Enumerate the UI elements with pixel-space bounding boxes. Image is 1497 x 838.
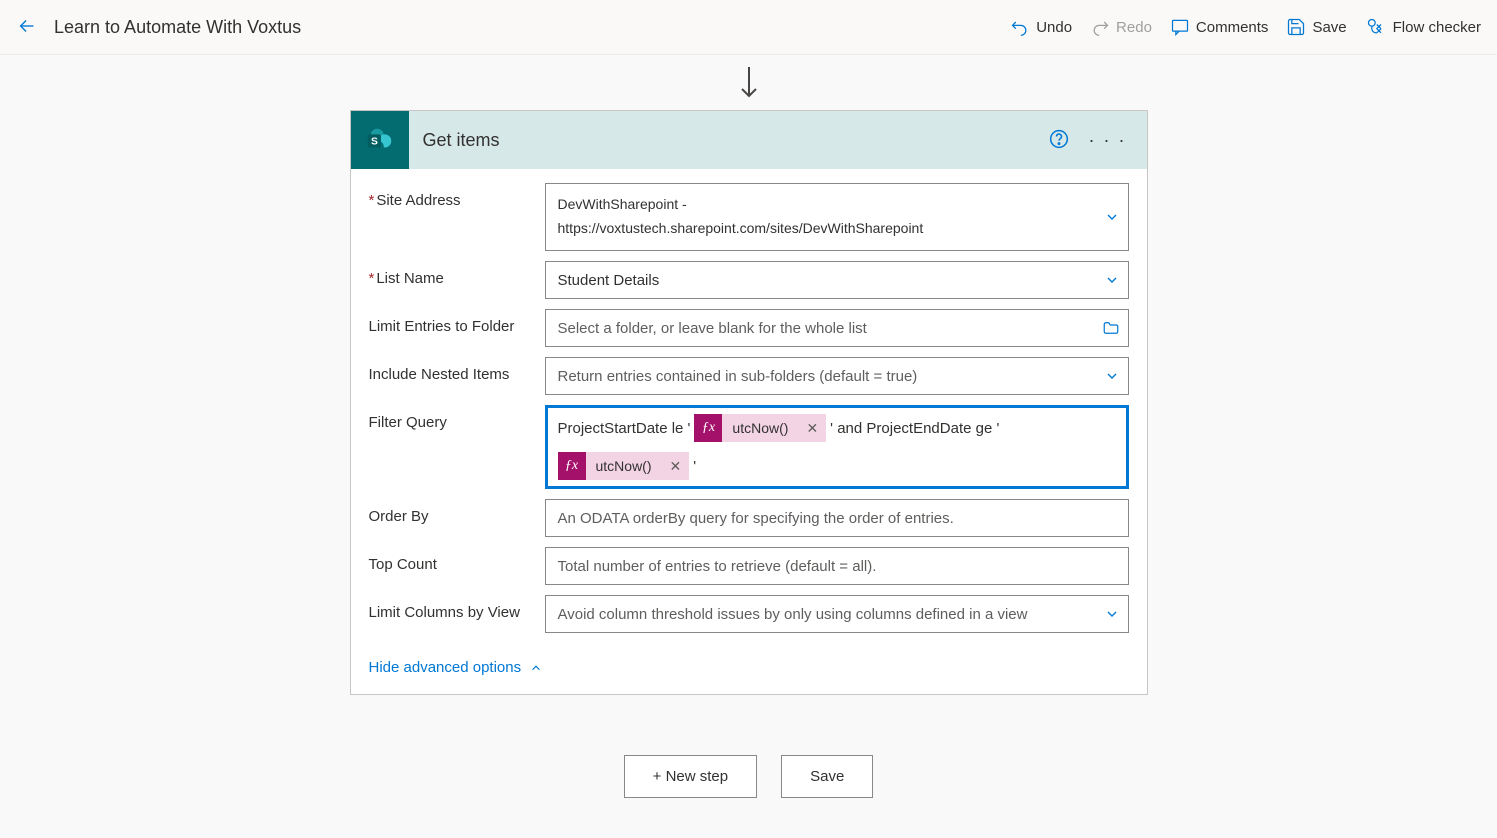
hide-advanced-label: Hide advanced options bbox=[369, 659, 522, 676]
site-address-line2: https://voxtustech.sharepoint.com/sites/… bbox=[558, 217, 1092, 241]
flow-checker-button[interactable]: Flow checker bbox=[1365, 17, 1481, 37]
chevron-up-icon bbox=[529, 661, 543, 675]
input-top-count[interactable]: Total number of entries to retrieve (def… bbox=[545, 547, 1129, 585]
input-list-name[interactable]: Student Details bbox=[545, 261, 1129, 299]
arrow-down-icon bbox=[737, 65, 761, 104]
flow-title: Learn to Automate With Voxtus bbox=[54, 17, 301, 38]
redo-label: Redo bbox=[1116, 19, 1152, 36]
row-limit-folder: Limit Entries to Folder Select a folder,… bbox=[369, 309, 1129, 347]
input-limit-folder[interactable]: Select a folder, or leave blank for the … bbox=[545, 309, 1129, 347]
token-remove-icon[interactable]: ✕ bbox=[798, 420, 826, 437]
input-limit-columns[interactable]: Avoid column threshold issues by only us… bbox=[545, 595, 1129, 633]
limit-folder-placeholder: Select a folder, or leave blank for the … bbox=[546, 312, 1128, 345]
row-filter-query: Filter Query ProjectStartDate le ' ƒx ut… bbox=[369, 405, 1129, 489]
fx-icon: ƒx bbox=[694, 414, 722, 442]
back-arrow-icon[interactable] bbox=[16, 15, 38, 40]
label-list-name: *List Name bbox=[369, 261, 545, 287]
token1-label: utcNow() bbox=[722, 420, 798, 436]
input-filter-query[interactable]: ProjectStartDate le ' ƒx utcNow() ✕ ' an… bbox=[545, 405, 1129, 489]
input-site-address[interactable]: DevWithSharepoint - https://voxtustech.s… bbox=[545, 183, 1129, 251]
flow-checker-icon bbox=[1365, 17, 1387, 37]
top-count-placeholder: Total number of entries to retrieve (def… bbox=[546, 550, 1128, 583]
fq-text-before: ProjectStartDate le ' bbox=[558, 420, 691, 437]
comment-icon bbox=[1170, 17, 1190, 37]
chevron-down-icon[interactable] bbox=[1104, 272, 1120, 288]
row-include-nested: Include Nested Items Return entries cont… bbox=[369, 357, 1129, 395]
row-top-count: Top Count Total number of entries to ret… bbox=[369, 547, 1129, 585]
label-include-nested: Include Nested Items bbox=[369, 357, 545, 383]
save-icon bbox=[1286, 17, 1306, 37]
undo-label: Undo bbox=[1036, 19, 1072, 36]
row-list-name: *List Name Student Details bbox=[369, 261, 1129, 299]
action-card-get-items: S Get items · · · *Site Address DevWithS… bbox=[350, 110, 1148, 695]
help-icon[interactable] bbox=[1049, 129, 1069, 152]
save-button[interactable]: Save bbox=[1286, 17, 1346, 37]
label-site-address: *Site Address bbox=[369, 183, 545, 209]
label-limit-folder: Limit Entries to Folder bbox=[369, 309, 545, 335]
site-address-line1: DevWithSharepoint - bbox=[558, 193, 1092, 217]
include-nested-placeholder: Return entries contained in sub-folders … bbox=[546, 360, 1128, 393]
hide-advanced-link[interactable]: Hide advanced options bbox=[351, 651, 562, 694]
action-title: Get items bbox=[409, 130, 1049, 151]
token-remove-icon[interactable]: ✕ bbox=[662, 458, 690, 475]
fx-icon: ƒx bbox=[558, 452, 586, 480]
topbar: Learn to Automate With Voxtus Undo Redo … bbox=[0, 0, 1497, 55]
list-name-value: Student Details bbox=[546, 264, 1128, 297]
order-by-placeholder: An ODATA orderBy query for specifying th… bbox=[546, 502, 1128, 535]
redo-button: Redo bbox=[1090, 17, 1152, 37]
comments-button[interactable]: Comments bbox=[1170, 17, 1269, 37]
footer-save-button[interactable]: Save bbox=[781, 755, 873, 798]
row-site-address: *Site Address DevWithSharepoint - https:… bbox=[369, 183, 1129, 251]
input-order-by[interactable]: An ODATA orderBy query for specifying th… bbox=[545, 499, 1129, 537]
expression-token-utcnow-2[interactable]: ƒx utcNow() ✕ bbox=[558, 452, 690, 480]
footer-buttons: + New step Save bbox=[624, 755, 874, 798]
chevron-down-icon[interactable] bbox=[1104, 368, 1120, 384]
flow-checker-label: Flow checker bbox=[1393, 19, 1481, 36]
row-limit-columns: Limit Columns by View Avoid column thres… bbox=[369, 595, 1129, 633]
more-menu-icon[interactable]: · · · bbox=[1089, 130, 1127, 151]
expression-token-utcnow-1[interactable]: ƒx utcNow() ✕ bbox=[694, 414, 826, 442]
action-header[interactable]: S Get items · · · bbox=[351, 111, 1147, 169]
comments-label: Comments bbox=[1196, 19, 1269, 36]
row-order-by: Order By An ODATA orderBy query for spec… bbox=[369, 499, 1129, 537]
redo-icon bbox=[1090, 17, 1110, 37]
fq-text-after: ' bbox=[693, 458, 696, 475]
token2-label: utcNow() bbox=[586, 458, 662, 474]
label-order-by: Order By bbox=[369, 499, 545, 525]
limit-columns-placeholder: Avoid column threshold issues by only us… bbox=[546, 598, 1128, 631]
fq-text-mid: ' and ProjectEndDate ge ' bbox=[830, 420, 999, 437]
label-top-count: Top Count bbox=[369, 547, 545, 573]
save-label: Save bbox=[1312, 19, 1346, 36]
sharepoint-icon: S bbox=[351, 111, 409, 169]
undo-icon bbox=[1010, 17, 1030, 37]
new-step-button[interactable]: + New step bbox=[624, 755, 757, 798]
input-include-nested[interactable]: Return entries contained in sub-folders … bbox=[545, 357, 1129, 395]
svg-text:S: S bbox=[370, 137, 377, 148]
label-limit-columns: Limit Columns by View bbox=[369, 595, 545, 621]
undo-button[interactable]: Undo bbox=[1010, 17, 1072, 37]
flow-canvas: S Get items · · · *Site Address DevWithS… bbox=[0, 55, 1497, 838]
folder-picker-icon[interactable] bbox=[1102, 319, 1120, 337]
chevron-down-icon[interactable] bbox=[1104, 209, 1120, 225]
chevron-down-icon[interactable] bbox=[1104, 606, 1120, 622]
label-filter-query: Filter Query bbox=[369, 405, 545, 431]
